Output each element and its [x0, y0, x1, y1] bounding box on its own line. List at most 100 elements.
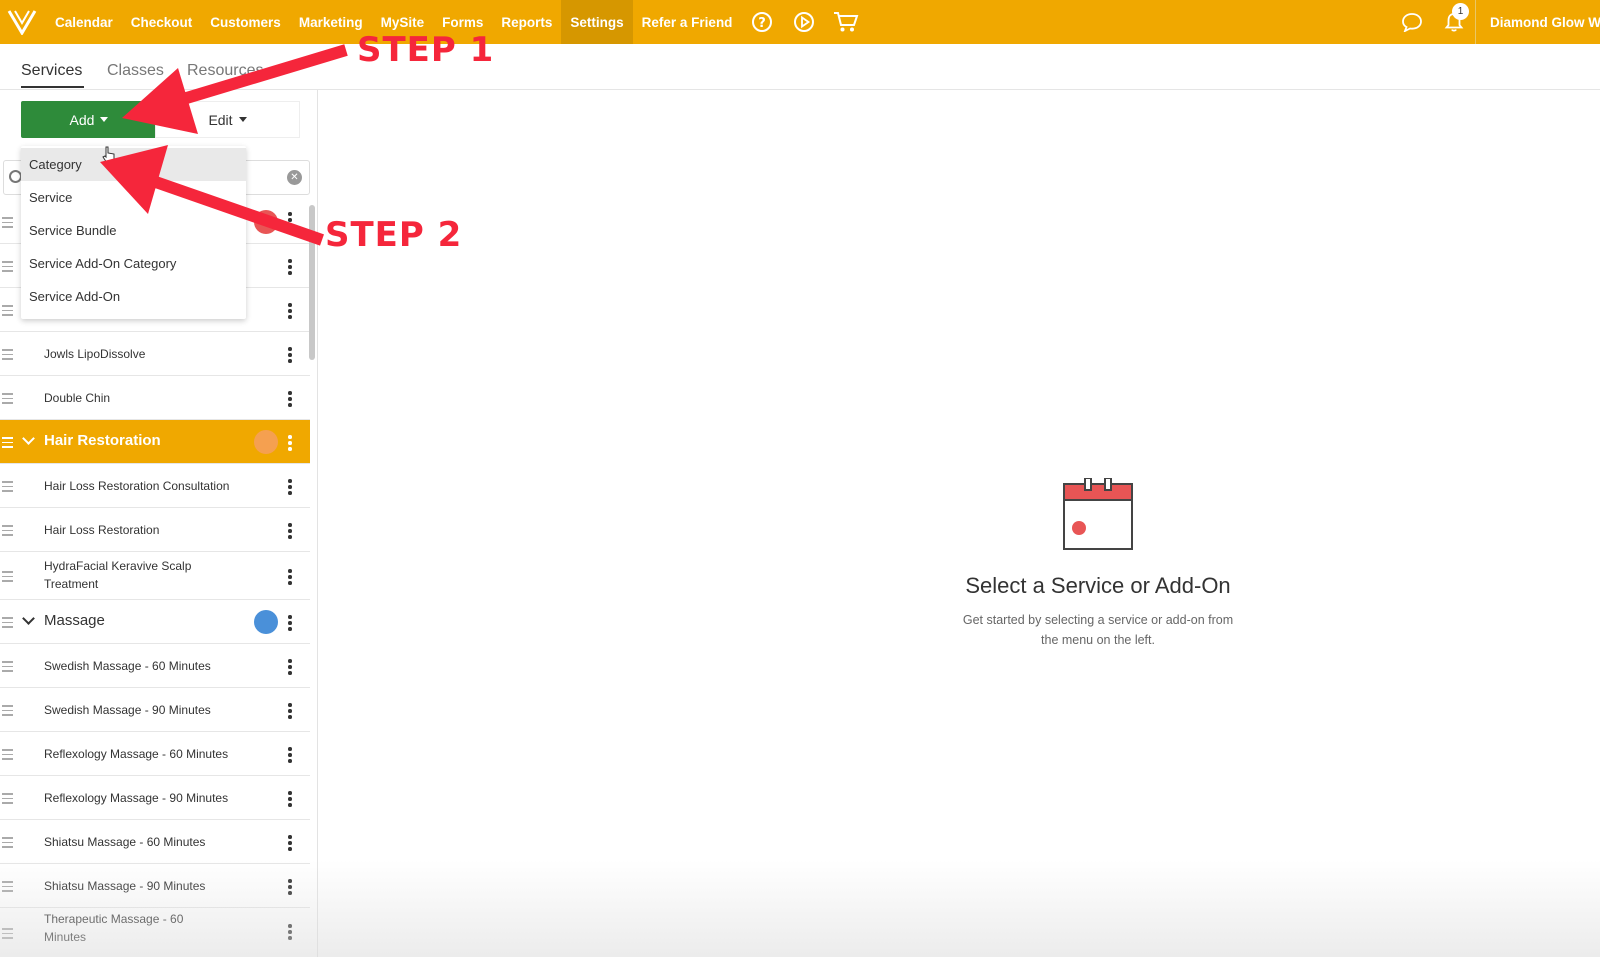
drag-handle-icon[interactable] — [2, 881, 13, 895]
list-item-label: Shiatsu Massage - 60 Minutes — [44, 835, 206, 849]
shopping-cart-icon[interactable] — [825, 0, 867, 44]
chevron-down-icon[interactable] — [22, 612, 35, 625]
menu-item-service[interactable]: Service — [21, 181, 246, 214]
more-options-icon[interactable] — [288, 703, 292, 721]
tab-services[interactable]: Services — [21, 62, 82, 80]
list-item[interactable]: Shiatsu Massage - 90 Minutes — [0, 864, 310, 908]
list-item-label: Swedish Massage - 60 Minutes — [44, 659, 211, 673]
sub-tabs: Services Classes Resources — [0, 44, 1600, 90]
list-item-label: Jowls LipoDissolve — [44, 347, 146, 361]
more-options-icon[interactable] — [288, 835, 292, 853]
category-color-dot — [254, 210, 278, 234]
more-options-icon[interactable] — [288, 391, 292, 409]
more-options-icon[interactable] — [288, 791, 292, 809]
list-item[interactable]: Shiatsu Massage - 60 Minutes — [0, 820, 310, 864]
empty-state-title: Select a Service or Add-On — [965, 573, 1231, 598]
menu-item-service-bundle[interactable]: Service Bundle — [21, 214, 246, 247]
chat-icon[interactable] — [1391, 0, 1433, 44]
clear-search-icon[interactable]: ✕ — [287, 170, 302, 185]
empty-state-subtitle-line1: Get started by selecting a service or ad… — [962, 613, 1234, 627]
drag-handle-icon[interactable] — [2, 393, 13, 407]
list-item[interactable]: Therapeutic Massage - 60 Minutes — [0, 908, 310, 958]
list-scrollbar[interactable] — [309, 205, 315, 360]
list-item[interactable]: Jowls LipoDissolve — [0, 332, 310, 376]
drag-handle-icon[interactable] — [2, 217, 13, 231]
drag-handle-icon[interactable] — [2, 617, 13, 631]
help-icon[interactable]: ? — [741, 0, 783, 44]
nav-reports[interactable]: Reports — [492, 0, 561, 44]
account-name[interactable]: Diamond Glow We — [1475, 0, 1600, 44]
list-item-label: Swedish Massage - 90 Minutes — [44, 703, 211, 717]
more-options-icon[interactable] — [288, 659, 292, 677]
more-options-icon[interactable] — [288, 615, 292, 633]
drag-handle-icon[interactable] — [2, 305, 13, 319]
step2-annotation: STEP 2 — [325, 215, 463, 255]
more-options-icon[interactable] — [288, 303, 292, 321]
more-options-icon[interactable] — [288, 747, 292, 765]
caret-down-icon — [238, 117, 247, 122]
tab-resources[interactable]: Resources — [187, 62, 263, 80]
empty-state-subtitle-line2: the menu on the left. — [1041, 633, 1155, 647]
step1-annotation: STEP 1 — [357, 30, 495, 70]
list-item[interactable]: Hair Loss Restoration — [0, 508, 310, 552]
active-tab-underline — [21, 86, 84, 88]
drag-handle-icon[interactable] — [2, 349, 13, 363]
drag-handle-icon[interactable] — [2, 525, 13, 539]
top-navigation-bar: Calendar Checkout Customers Marketing My… — [0, 0, 1600, 44]
list-item[interactable]: Swedish Massage - 90 Minutes — [0, 688, 310, 732]
category-label: Massage — [44, 612, 105, 629]
list-item-label-line2: Minutes — [44, 930, 87, 944]
drag-handle-icon[interactable] — [2, 437, 13, 451]
empty-state-subtitle: Get started by selecting a service or ad… — [948, 610, 1248, 650]
calendar-icon — [1063, 478, 1133, 550]
nav-checkout[interactable]: Checkout — [122, 0, 202, 44]
vagaro-logo-icon[interactable] — [0, 0, 44, 44]
drag-handle-icon[interactable] — [2, 793, 13, 807]
list-item-label: Reflexology Massage - 60 Minutes — [44, 747, 229, 761]
list-item[interactable]: Reflexology Massage - 90 Minutes — [0, 776, 310, 820]
tab-classes[interactable]: Classes — [107, 62, 164, 80]
menu-item-category[interactable]: Category — [21, 148, 246, 181]
drag-handle-icon[interactable] — [2, 705, 13, 719]
list-item[interactable]: Reflexology Massage - 60 Minutes — [0, 732, 310, 776]
drag-handle-icon[interactable] — [2, 661, 13, 675]
nav-refer-a-friend[interactable]: Refer a Friend — [633, 0, 742, 44]
nav-customers[interactable]: Customers — [201, 0, 290, 44]
add-button[interactable]: Add — [21, 101, 157, 138]
edit-button-label: Edit — [208, 111, 233, 128]
more-options-icon[interactable] — [288, 879, 292, 897]
nav-calendar[interactable]: Calendar — [46, 0, 122, 44]
category-row-massage[interactable]: Massage — [0, 600, 310, 644]
drag-handle-icon[interactable] — [2, 749, 13, 763]
hand-cursor-icon — [102, 146, 115, 164]
edit-button[interactable]: Edit — [155, 101, 300, 138]
list-item[interactable]: Swedish Massage - 60 Minutes — [0, 644, 310, 688]
list-item-label: Shiatsu Massage - 90 Minutes — [44, 879, 206, 893]
drag-handle-icon[interactable] — [2, 928, 13, 942]
more-options-icon[interactable] — [288, 212, 292, 230]
list-item-label: Hair Loss Restoration Consultation — [44, 479, 230, 493]
add-dropdown-menu: Category Service Service Bundle Service … — [21, 146, 246, 319]
list-item[interactable]: Hair Loss Restoration Consultation — [0, 464, 310, 508]
list-item-label: Therapeutic Massage - 60 — [44, 912, 184, 926]
drag-handle-icon[interactable] — [2, 837, 13, 851]
category-label: Hair Restoration — [44, 432, 161, 449]
more-options-icon[interactable] — [288, 523, 292, 541]
menu-item-service-add-on[interactable]: Service Add-On — [21, 280, 246, 313]
chevron-down-icon[interactable] — [22, 432, 35, 445]
more-options-icon[interactable] — [288, 259, 292, 277]
add-button-label: Add — [69, 111, 95, 128]
more-options-icon[interactable] — [288, 347, 292, 365]
nav-settings[interactable]: Settings — [561, 0, 633, 44]
more-options-icon[interactable] — [288, 435, 292, 453]
drag-handle-icon[interactable] — [2, 481, 13, 495]
more-options-icon[interactable] — [288, 924, 292, 942]
more-options-icon[interactable] — [288, 479, 292, 497]
caret-down-icon — [100, 117, 109, 122]
list-item[interactable]: Double Chin — [0, 376, 310, 420]
menu-item-service-add-on-category[interactable]: Service Add-On Category — [21, 247, 246, 280]
drag-handle-icon[interactable] — [2, 261, 13, 275]
play-video-icon[interactable] — [783, 0, 825, 44]
category-row-hair-restoration[interactable]: Hair Restoration — [0, 420, 310, 464]
category-color-dot — [254, 430, 278, 454]
